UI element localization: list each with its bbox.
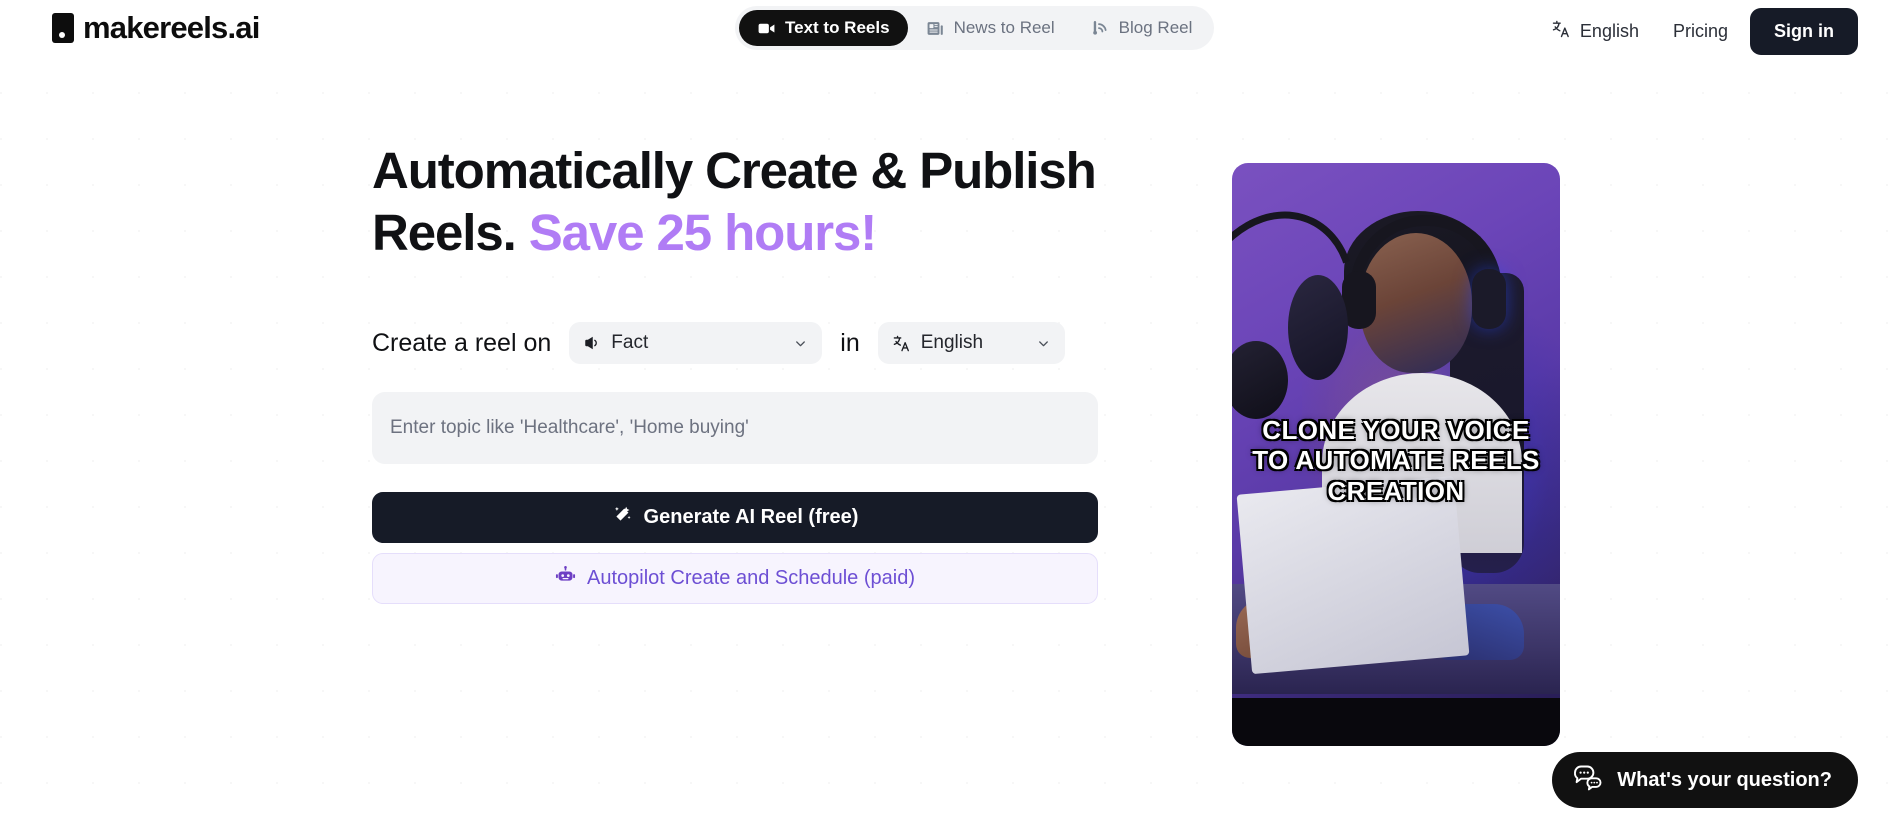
- hero-left-column: Automatically Create & Publish Reels. Sa…: [372, 140, 1107, 605]
- chat-widget-label: What's your question?: [1617, 768, 1832, 791]
- translate-icon: [892, 334, 911, 353]
- translate-icon: [1551, 19, 1571, 44]
- header-right-actions: English Pricing Sign in: [1539, 8, 1858, 55]
- reel-preview-caption: CLONE YOUR VOICE TO AUTOMATE REELS CREAT…: [1252, 415, 1540, 506]
- topic-type-value: Fact: [611, 332, 649, 354]
- chevron-down-icon: [1010, 336, 1051, 351]
- newspaper-icon: [926, 19, 945, 38]
- headline-accent: Save 25 hours!: [528, 204, 878, 262]
- topic-type-select[interactable]: Fact: [569, 322, 823, 365]
- sign-in-button[interactable]: Sign in: [1750, 8, 1858, 55]
- brand-logo[interactable]: makereels.ai: [52, 12, 260, 43]
- language-switcher[interactable]: English: [1539, 11, 1651, 52]
- tab-label: Text to Reels: [785, 18, 890, 37]
- brand-name: makereels.ai: [83, 10, 260, 45]
- reel-preview-card[interactable]: CLONE YOUR VOICE TO AUTOMATE REELS CREAT…: [1232, 163, 1560, 746]
- blog-rss-icon: [1091, 19, 1110, 38]
- output-language-value: English: [920, 332, 984, 354]
- chat-widget-button[interactable]: What's your question?: [1552, 752, 1858, 808]
- language-label: English: [1579, 21, 1639, 41]
- tab-text-to-reels[interactable]: Text to Reels: [739, 10, 908, 46]
- composer-prefix-label: Create a reel on: [372, 328, 552, 357]
- tab-news-to-reel[interactable]: News to Reel: [908, 10, 1073, 46]
- site-header: makereels.ai Text to Reels News to Reel …: [0, 0, 1902, 62]
- megaphone-icon: [583, 334, 601, 352]
- robot-icon: [555, 565, 576, 592]
- chevron-down-icon: [767, 336, 808, 351]
- tab-label: News to Reel: [953, 18, 1055, 37]
- composer-joiner-label: in: [840, 328, 860, 357]
- video-camera-icon: [757, 19, 776, 38]
- pricing-link[interactable]: Pricing: [1659, 13, 1742, 50]
- reel-square-icon: [52, 12, 74, 43]
- page-title: Automatically Create & Publish Reels. Sa…: [372, 140, 1102, 264]
- main-nav-tabs: Text to Reels News to Reel Blog Reel: [735, 6, 1215, 50]
- generate-ai-reel-button[interactable]: Generate AI Reel (free): [372, 492, 1098, 544]
- magic-wand-icon: [612, 504, 633, 531]
- tab-blog-reel[interactable]: Blog Reel: [1073, 10, 1211, 46]
- composer-select-row: Create a reel on Fact in English: [372, 322, 1107, 365]
- autopilot-button-label: Autopilot Create and Schedule (paid): [587, 567, 915, 590]
- output-language-select[interactable]: English: [877, 322, 1065, 365]
- tab-label: Blog Reel: [1118, 18, 1193, 37]
- generate-button-label: Generate AI Reel (free): [643, 506, 859, 529]
- topic-input[interactable]: [372, 392, 1098, 465]
- chat-bubbles-icon: [1572, 763, 1604, 798]
- autopilot-schedule-button[interactable]: Autopilot Create and Schedule (paid): [372, 553, 1098, 605]
